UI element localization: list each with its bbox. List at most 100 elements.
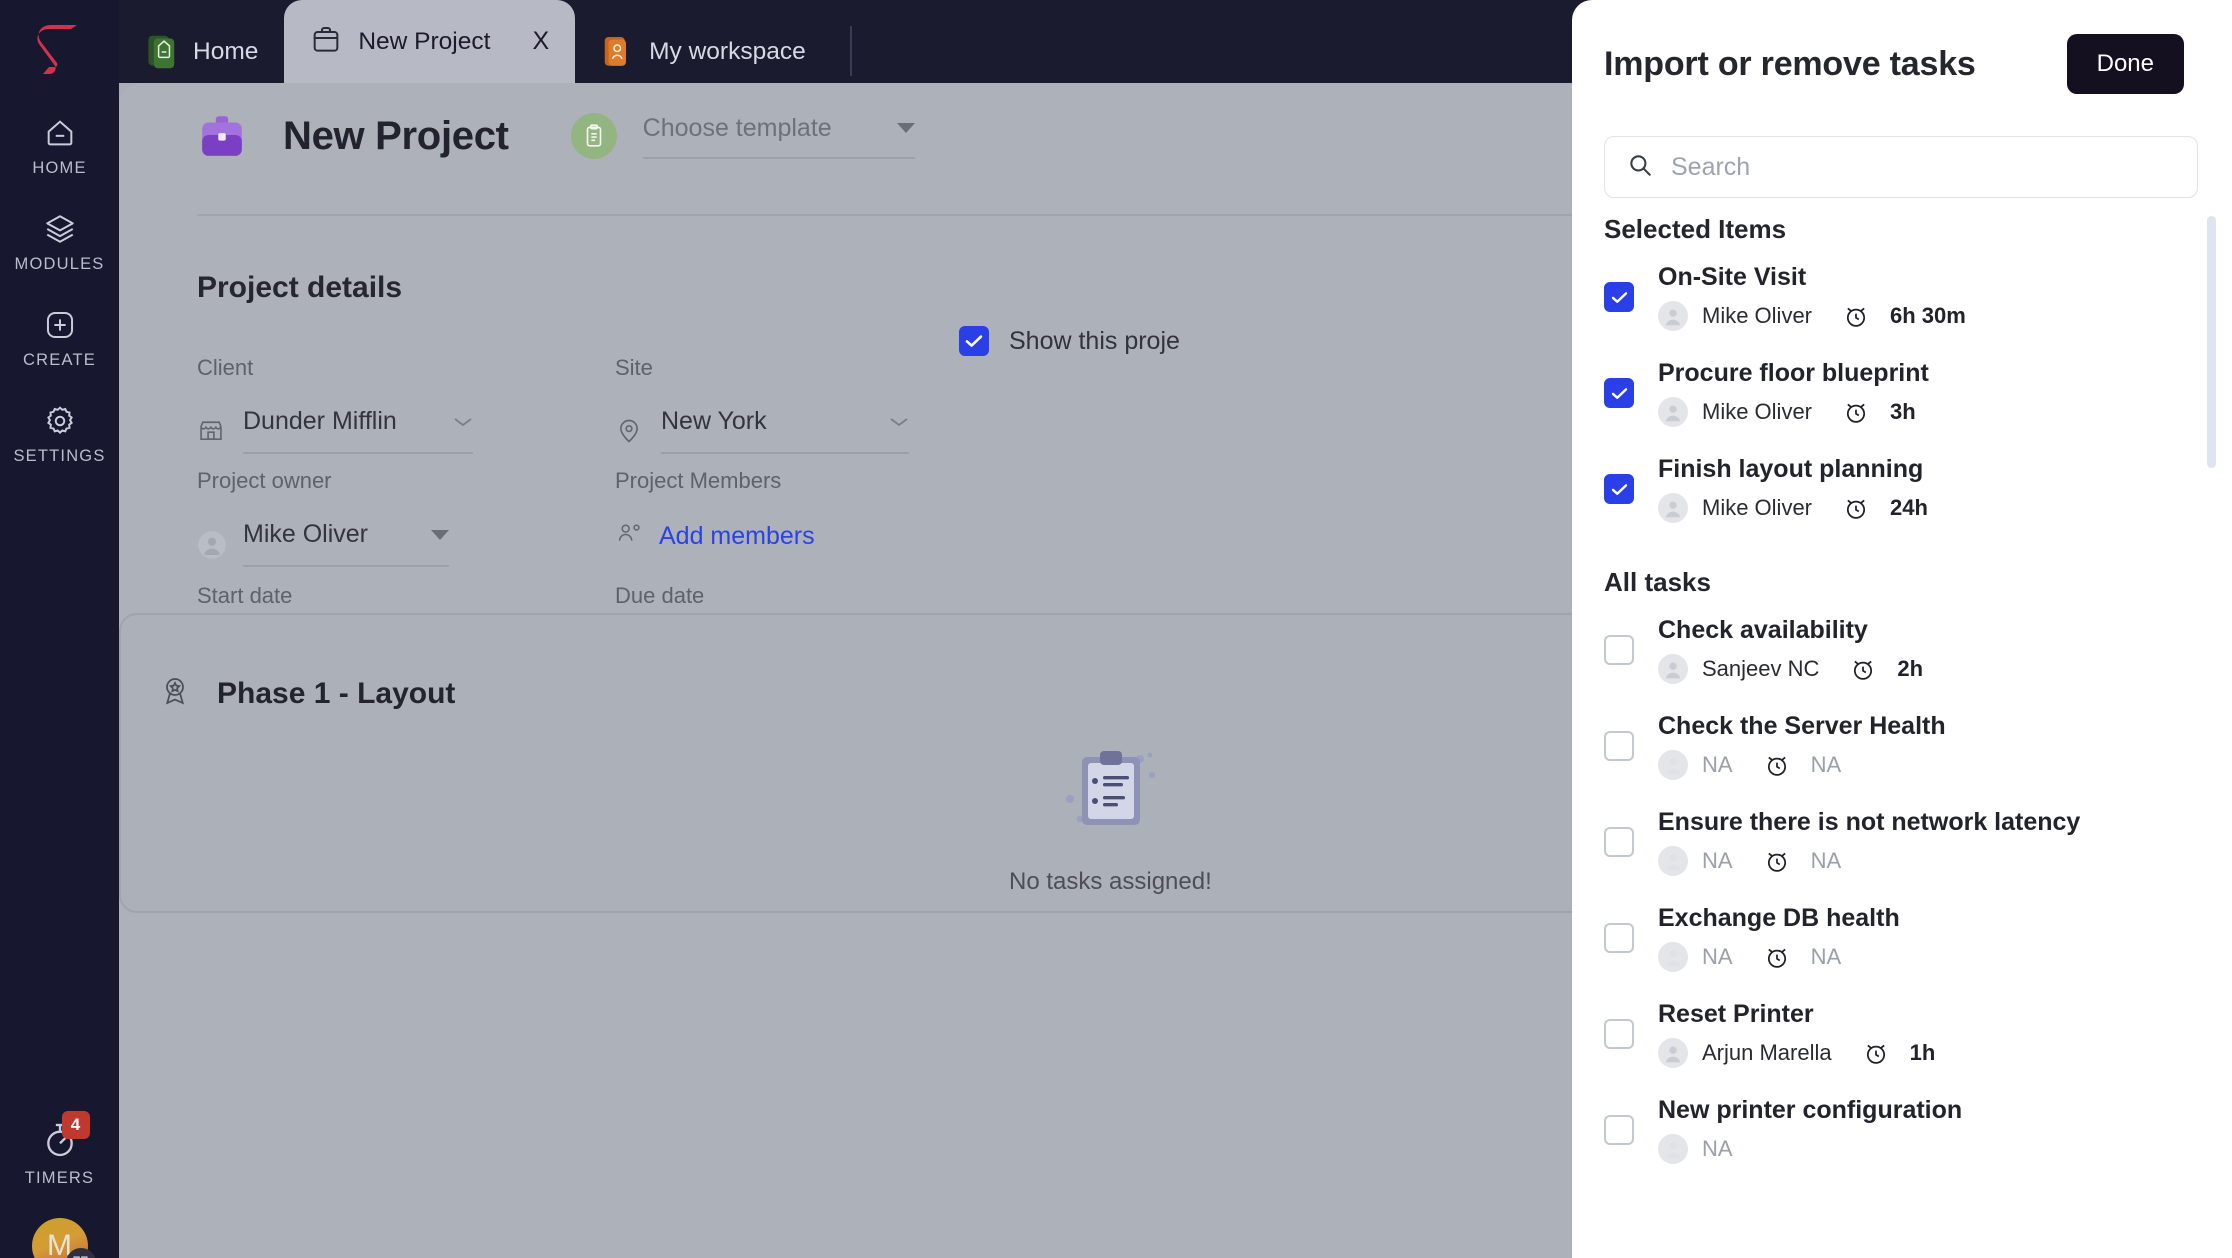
add-people-icon [615,520,645,553]
left-nav-rail: HOME MODULES CREATE SETTINGS 4 TIMERS M [0,0,119,1258]
storefront-icon [197,417,225,445]
task-duration: 1h [1909,1040,1936,1065]
list-item[interactable]: Check availability Sanjeev NC 2h [1572,616,2232,684]
assignee-name: NA [1702,1136,1733,1161]
map-pin-icon [615,417,643,445]
tab-home[interactable]: Home [119,21,284,83]
task-name: Check the Server Health [1658,712,1946,740]
field-value: Mike Oliver [243,520,369,548]
list-item[interactable]: Finish layout planning Mike Oliver 24h [1572,455,2232,523]
add-members-button[interactable]: Add members [615,520,815,553]
field-project-owner: Project owner Mike Oliver [197,468,449,567]
page-title: New Project [283,113,509,158]
task-meta: NA NA [1658,750,1946,780]
list-item[interactable]: Check the Server Health NA NA [1572,712,2232,780]
template-select[interactable]: Choose template [642,113,915,159]
close-icon[interactable]: X [532,29,549,54]
alarm-clock-icon [1842,398,1870,426]
sidebar-item-label: MODULES [14,255,105,273]
task-checkbox-checked[interactable] [1604,474,1634,504]
task-duration: 3h [1890,399,1916,424]
assignee-avatar-icon [1658,1038,1688,1068]
phase-header: Phase 1 - Layout [159,675,455,712]
task-name: Procure floor blueprint [1658,359,1929,387]
section-title-all-tasks: All tasks [1604,567,1711,597]
search-input[interactable] [1671,152,2175,182]
sidebar-item-settings[interactable]: SETTINGS [0,404,119,466]
list-item[interactable]: Ensure there is not network latency NA N… [1572,808,2232,876]
done-button[interactable]: Done [2066,34,2184,94]
task-checkbox-checked[interactable] [1604,282,1634,312]
task-meta: NA NA [1658,846,2080,876]
sidebar-item-home[interactable]: HOME [0,116,119,178]
alarm-clock-icon [1763,751,1791,779]
section-title-selected: Selected Items [1604,214,1787,244]
brand-logo[interactable] [28,18,92,82]
add-members-label: Add members [659,522,815,550]
assignee-name: NA [1702,752,1733,777]
assignee-name: Mike Oliver [1702,303,1813,328]
task-checkbox-unchecked[interactable] [1604,1115,1634,1145]
list-item[interactable]: Procure floor blueprint Mike Oliver 3h [1572,359,2232,427]
task-duration: 6h 30m [1890,303,1966,328]
task-duration: 2h [1897,656,1924,681]
drawer-title: Import or remove tasks [1604,44,1976,83]
task-duration: 24h [1890,495,1928,520]
task-meta: Arjun Marella 1h [1658,1038,1935,1068]
field-value: Dunder Mifflin [243,407,397,435]
show-project-toggle[interactable]: Show this proje [959,326,1180,356]
list-item[interactable]: Reset Printer Arjun Marella 1h [1572,1000,2232,1068]
task-checkbox-unchecked[interactable] [1604,827,1634,857]
task-name: On-Site Visit [1658,263,1807,291]
assignee-name: Mike Oliver [1702,495,1813,520]
tab-my-workspace[interactable]: My workspace [575,21,832,83]
tab-new-project[interactable]: New Project X [284,0,576,83]
checkbox-checked-icon[interactable] [959,326,989,356]
task-checkbox-unchecked[interactable] [1604,923,1634,953]
task-checkbox-checked[interactable] [1604,378,1634,408]
assignee-name: Arjun Marella [1702,1040,1832,1065]
alarm-clock-icon [1763,847,1791,875]
field-client: Client Dunder Mifflin [197,355,473,454]
list-item[interactable]: Exchange DB health NA NA [1572,904,2232,972]
tab-label: New Project [358,27,491,55]
drawer-scrollbar[interactable] [2207,216,2216,468]
tab-separator [849,26,852,76]
assignee-name: Sanjeev NC [1702,656,1820,681]
field-value: New York [661,407,767,435]
alarm-clock-icon [1842,494,1870,522]
search-icon [1627,152,1653,183]
template-placeholder: Choose template [642,113,832,142]
task-meta: NA NA [1658,942,1900,972]
list-item[interactable]: On-Site Visit Mike Oliver 6h 30m [1572,263,2232,331]
home-icon [43,116,77,150]
search-box[interactable] [1604,136,2198,198]
field-site: Site New York [615,355,909,454]
sidebar-item-modules[interactable]: MODULES [0,212,119,274]
assignee-avatar-icon [1658,493,1688,523]
field-label: Start date [197,583,293,608]
briefcase-icon [197,111,247,161]
assignee-name: NA [1702,848,1733,873]
task-meta: Mike Oliver 6h 30m [1658,301,1966,331]
task-checkbox-unchecked[interactable] [1604,635,1634,665]
task-checkbox-unchecked[interactable] [1604,1019,1634,1049]
task-name: Finish layout planning [1658,455,1924,483]
assignee-name: Mike Oliver [1702,399,1813,424]
task-checkbox-unchecked[interactable] [1604,731,1634,761]
plus-square-icon [43,308,77,342]
briefcase-tab-icon [310,23,344,61]
sidebar-item-timers[interactable]: 4 TIMERS [0,1111,119,1188]
sidebar-item-create[interactable]: CREATE [0,308,119,370]
template-picker[interactable]: Choose template [570,113,915,159]
task-list: Selected Items On-Site Visit Mike Oliver [1572,214,2232,1258]
chevron-down-icon [454,417,472,426]
assignee-name: NA [1702,944,1733,969]
user-icon [197,530,226,559]
gear-icon [43,404,77,438]
task-duration: NA [1810,848,1842,873]
task-duration: NA [1810,752,1842,777]
avatar[interactable]: M [31,1218,96,1258]
list-item[interactable]: New printer configuration NA [1572,1096,2232,1164]
